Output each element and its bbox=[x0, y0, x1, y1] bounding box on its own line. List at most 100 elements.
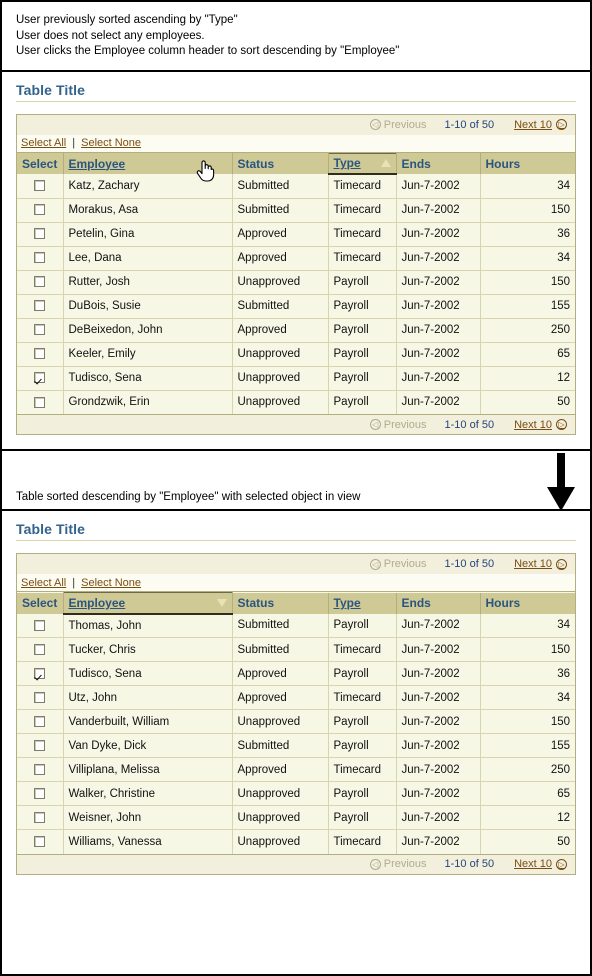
cell-status: Unapproved bbox=[232, 270, 329, 295]
cell-hours: 150 bbox=[480, 270, 575, 295]
row-select-cell[interactable] bbox=[17, 222, 64, 247]
cell-hours: 36 bbox=[480, 222, 575, 247]
row-select-cell[interactable] bbox=[17, 174, 64, 199]
row-select-cell[interactable] bbox=[17, 733, 64, 758]
next-button-two-bottom[interactable]: Next 10 ▷ bbox=[514, 858, 567, 870]
checkbox-unchecked-icon[interactable] bbox=[34, 324, 46, 336]
checkbox-unchecked-icon[interactable] bbox=[34, 228, 46, 240]
cell-ends: Jun-7-2002 bbox=[396, 829, 481, 854]
previous-button-two-bottom[interactable]: ◁ Previous bbox=[369, 858, 427, 870]
select-all-link-two[interactable]: Select All bbox=[21, 577, 66, 589]
row-select-cell[interactable] bbox=[17, 342, 64, 367]
previous-button-two-top[interactable]: ◁ Previous bbox=[369, 558, 427, 570]
cell-employee: Vanderbuilt, William bbox=[63, 709, 233, 734]
cell-hours: 250 bbox=[480, 318, 575, 343]
checkbox-unchecked-icon[interactable] bbox=[34, 180, 46, 192]
column-header-status-one[interactable]: Status bbox=[232, 153, 329, 174]
row-select-cell[interactable] bbox=[17, 318, 64, 343]
cell-ends: Jun-7-2002 bbox=[396, 685, 481, 710]
cell-type: Payroll bbox=[328, 733, 397, 758]
previous-label: Previous bbox=[383, 118, 427, 131]
cell-ends: Jun-7-2002 bbox=[396, 709, 481, 734]
checkbox-unchecked-icon[interactable] bbox=[34, 300, 46, 312]
cell-status: Approved bbox=[232, 222, 329, 247]
annotation-line-1: User previously sorted ascending by "Typ… bbox=[16, 14, 238, 26]
column-header-hours-one[interactable]: Hours bbox=[480, 153, 575, 174]
type-sort-link-one[interactable]: Type bbox=[334, 156, 361, 170]
cell-ends: Jun-7-2002 bbox=[396, 805, 481, 830]
table-row: Petelin, Gina Approved Timecard Jun-7-2002 3… bbox=[17, 222, 575, 247]
employee-sort-link-one[interactable]: Employee bbox=[69, 157, 126, 171]
cell-ends: Jun-7-2002 bbox=[396, 781, 481, 806]
table-row: DeBeixedon, John Approved Payroll Jun-7-200… bbox=[17, 318, 575, 343]
top-annotation-panel: User previously sorted ascending by "Typ… bbox=[2, 2, 590, 72]
table-row: Williams, Vanessa Unapproved Timecard Jun-7… bbox=[17, 829, 575, 854]
row-select-cell[interactable] bbox=[17, 829, 64, 854]
circle-right-arrow-icon: ▷ bbox=[556, 558, 567, 570]
checkbox-unchecked-icon[interactable] bbox=[34, 348, 46, 360]
checkbox-unchecked-icon[interactable] bbox=[34, 811, 46, 823]
row-select-cell[interactable] bbox=[17, 661, 64, 686]
row-select-cell[interactable] bbox=[17, 637, 64, 662]
select-none-link-one[interactable]: Select None bbox=[81, 137, 141, 149]
cell-employee: Walker, Christine bbox=[63, 781, 233, 806]
row-select-cell[interactable] bbox=[17, 198, 64, 223]
column-header-employee-one[interactable]: Employee bbox=[63, 153, 233, 174]
table-row: Vanderbuilt, William Unapproved Payroll Jun… bbox=[17, 709, 575, 734]
checkbox-unchecked-icon[interactable] bbox=[34, 252, 46, 264]
next-button-two-top[interactable]: Next 10 ▷ bbox=[514, 558, 567, 570]
checkbox-unchecked-icon[interactable] bbox=[34, 715, 46, 727]
row-select-cell[interactable] bbox=[17, 709, 64, 734]
cell-employee: Van Dyke, Dick bbox=[63, 733, 233, 758]
row-select-cell[interactable] bbox=[17, 757, 64, 782]
cell-type: Timecard bbox=[328, 757, 397, 782]
cell-employee: DuBois, Susie bbox=[63, 294, 233, 319]
column-header-ends-two[interactable]: Ends bbox=[396, 592, 481, 614]
checkbox-checked-icon[interactable] bbox=[34, 372, 46, 384]
row-select-cell[interactable] bbox=[17, 390, 64, 414]
cell-hours: 250 bbox=[480, 757, 575, 782]
previous-button-one-top[interactable]: ◁ Previous bbox=[369, 118, 427, 131]
select-none-link-two[interactable]: Select None bbox=[81, 577, 141, 589]
column-header-ends-one[interactable]: Ends bbox=[396, 153, 481, 174]
checkbox-checked-icon[interactable] bbox=[34, 667, 46, 679]
divider-annotation-text: Table sorted descending by "Employee" wi… bbox=[16, 491, 361, 503]
checkbox-unchecked-icon[interactable] bbox=[34, 763, 46, 775]
checkbox-unchecked-icon[interactable] bbox=[34, 204, 46, 216]
checkbox-unchecked-icon[interactable] bbox=[34, 691, 46, 703]
column-header-type-one[interactable]: Type bbox=[327, 152, 397, 175]
column-header-status-two[interactable]: Status bbox=[232, 592, 329, 614]
row-select-cell[interactable] bbox=[17, 805, 64, 830]
row-select-cell[interactable] bbox=[17, 246, 64, 271]
checkbox-unchecked-icon[interactable] bbox=[34, 643, 46, 655]
next-button-one-top[interactable]: Next 10 ▷ bbox=[514, 119, 567, 131]
row-select-cell[interactable] bbox=[17, 781, 64, 806]
type-sort-link-two[interactable]: Type bbox=[334, 596, 361, 610]
row-select-cell[interactable] bbox=[17, 294, 64, 319]
employee-sort-link-two[interactable]: Employee bbox=[69, 596, 126, 610]
row-select-cell[interactable] bbox=[17, 613, 64, 638]
cell-type: Payroll bbox=[328, 270, 397, 295]
previous-button-one-bottom[interactable]: ◁ Previous bbox=[369, 419, 427, 431]
cell-status: Submitted bbox=[232, 174, 329, 199]
row-select-cell[interactable] bbox=[17, 685, 64, 710]
column-header-hours-two[interactable]: Hours bbox=[480, 592, 575, 614]
checkbox-unchecked-icon[interactable] bbox=[34, 787, 46, 799]
cell-ends: Jun-7-2002 bbox=[396, 270, 481, 295]
table-two-section: Table Title ◁ Previous 1-10 of 50 Next 1… bbox=[2, 511, 590, 889]
select-all-link-one[interactable]: Select All bbox=[21, 137, 66, 149]
cell-employee: Williams, Vanessa bbox=[63, 829, 233, 854]
cell-status: Unapproved bbox=[232, 709, 329, 734]
cell-type: Payroll bbox=[328, 709, 397, 734]
circle-right-arrow-icon: ▷ bbox=[556, 858, 567, 870]
checkbox-unchecked-icon[interactable] bbox=[34, 619, 46, 631]
checkbox-unchecked-icon[interactable] bbox=[34, 739, 46, 751]
next-button-one-bottom[interactable]: Next 10 ▷ bbox=[514, 419, 567, 431]
column-header-employee-two[interactable]: Employee bbox=[62, 592, 233, 615]
checkbox-unchecked-icon[interactable] bbox=[34, 836, 46, 848]
checkbox-unchecked-icon[interactable] bbox=[34, 276, 46, 288]
row-select-cell[interactable] bbox=[17, 366, 64, 391]
row-select-cell[interactable] bbox=[17, 270, 64, 295]
checkbox-unchecked-icon[interactable] bbox=[34, 396, 46, 408]
column-header-type-two[interactable]: Type bbox=[328, 592, 397, 614]
